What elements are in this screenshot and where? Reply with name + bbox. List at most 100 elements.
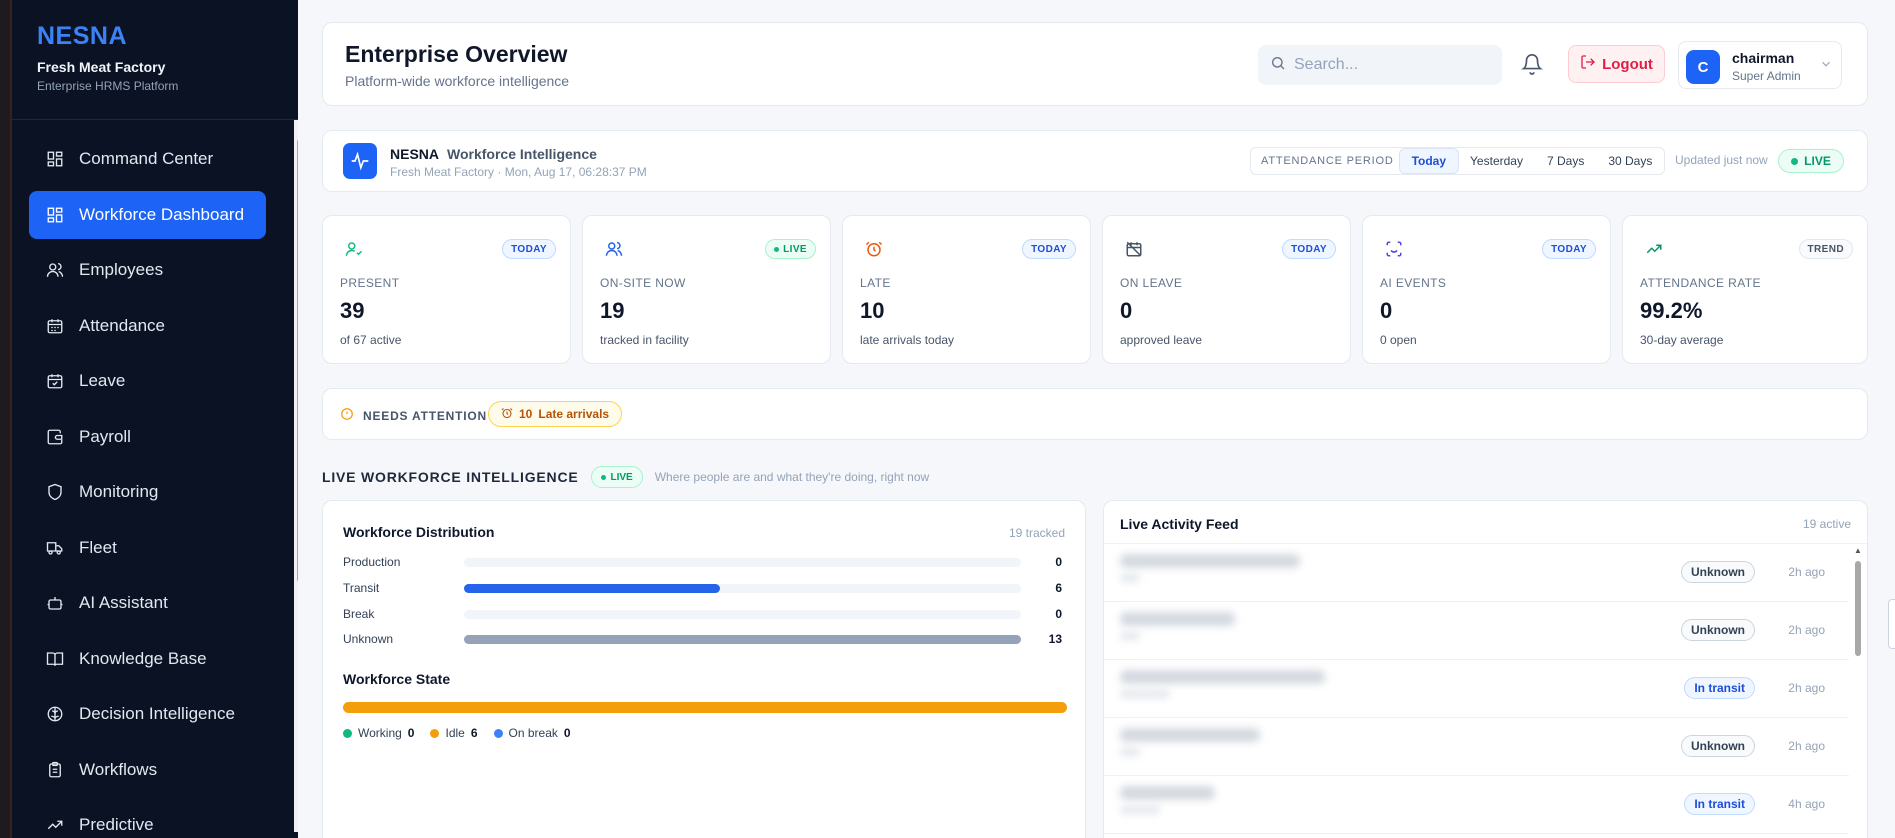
stat-note: 0 open — [1380, 333, 1417, 347]
feed-scroll-thumb[interactable] — [1855, 561, 1861, 656]
feed-item[interactable]: Unknown 2h ago — [1104, 602, 1849, 660]
trend-icon — [45, 815, 65, 835]
section-description: Where people are and what they're doing,… — [654, 470, 930, 484]
bot-icon — [45, 593, 65, 613]
stat-card-attendance-rate[interactable]: TREND ATTENDANCE RATE 99.2% 30-day avera… — [1622, 215, 1868, 364]
sidebar-item-monitoring[interactable]: Monitoring — [29, 468, 266, 516]
feed-count: 19 active — [1802, 517, 1851, 531]
live-dot — [774, 246, 780, 252]
sidebar-item-label: Fleet — [79, 537, 117, 557]
user-check-icon — [345, 240, 363, 258]
sidebar-item-knowledge-base[interactable]: Knowledge Base — [29, 635, 266, 683]
needs-attention-label: NEEDS ATTENTION — [363, 409, 488, 423]
blurred-detail — [1120, 632, 1140, 640]
stat-value: 0 — [1120, 298, 1133, 323]
stat-card-ai-events[interactable]: TODAY AI EVENTS 0 0 open — [1362, 215, 1611, 364]
stat-card-on-leave[interactable]: TODAY ON LEAVE 0 approved leave — [1102, 215, 1351, 364]
sidebar-item-fleet[interactable]: Fleet — [29, 524, 266, 572]
legend-count: 6 — [470, 726, 478, 740]
stat-label: LATE — [860, 276, 891, 290]
shield-icon — [45, 482, 65, 502]
book-icon — [45, 649, 65, 669]
workforce-state-bar — [343, 702, 1067, 713]
sidebar-item-label: Employees — [79, 260, 164, 279]
period-30-days-button[interactable]: 30 Days — [1596, 149, 1664, 173]
sidebar-item-decision-intelligence[interactable]: Decision Intelligence — [29, 690, 266, 738]
feed-item[interactable]: In transit 4h ago — [1104, 776, 1849, 834]
intel-brand: NESNA — [390, 146, 440, 162]
legend-label: Working — [358, 726, 402, 740]
distribution-tracked: 19 tracked — [1008, 526, 1065, 540]
user-role: Super Admin — [1732, 69, 1801, 83]
stat-badge: TREND — [1798, 239, 1853, 259]
chevron-down-icon — [1819, 57, 1833, 76]
sidebar-item-label: Command Center — [79, 149, 214, 168]
distribution-label: Break — [343, 607, 375, 621]
intelligence-bar: NESNA Workforce Intelligence Fresh Meat F… — [322, 130, 1868, 192]
truck-icon — [45, 538, 65, 558]
period-7-days-button[interactable]: 7 Days — [1535, 149, 1596, 173]
stat-note: 30-day average — [1640, 333, 1724, 347]
brain-icon — [45, 704, 65, 724]
feed-scrollbar[interactable]: ▲ — [1853, 546, 1863, 838]
status-badge: Unknown — [1681, 561, 1755, 583]
alert-circle-icon — [340, 407, 354, 426]
side-panel-tab[interactable] — [1888, 599, 1895, 649]
feed-item[interactable]: In transit 2h ago — [1104, 660, 1849, 718]
user-menu[interactable]: C chairman Super Admin — [1678, 41, 1842, 89]
period-yesterday-button[interactable]: Yesterday — [1458, 149, 1535, 173]
users-icon — [605, 240, 623, 258]
status-badge: In transit — [1684, 677, 1755, 699]
blurred-name — [1120, 554, 1300, 568]
intel-title-text: Workforce Intelligence — [447, 146, 597, 162]
sidebar-item-ai-assistant[interactable]: AI Assistant — [29, 579, 266, 627]
distribution-count: 6 — [1055, 581, 1062, 595]
sidebar-item-predictive[interactable]: Predictive — [29, 801, 266, 838]
feed-item[interactable]: Unknown 2h ago — [1104, 544, 1849, 602]
sidebar-item-attendance[interactable]: Attendance — [29, 302, 266, 350]
stat-card-present[interactable]: TODAY PRESENT 39 of 67 active — [322, 215, 571, 364]
feed-time: 4h ago — [1788, 797, 1825, 811]
search-box[interactable] — [1258, 45, 1502, 85]
stat-value: 39 — [340, 298, 365, 323]
page-subtitle: Platform-wide workforce intelligence — [345, 73, 570, 89]
calendar-off-icon — [1125, 240, 1143, 258]
users-icon — [45, 260, 65, 280]
activity-icon — [343, 143, 377, 179]
sidebar-item-label: Decision Intelligence — [79, 704, 235, 723]
sidebar-item-workforce-dashboard[interactable]: Workforce Dashboard — [29, 190, 266, 239]
stat-value: 0 — [1380, 298, 1393, 323]
sidebar-item-leave[interactable]: Leave — [29, 357, 266, 405]
distribution-label: Transit — [343, 581, 380, 595]
distribution-label: Production — [343, 555, 401, 569]
blurred-detail — [1120, 690, 1170, 698]
period-today-button[interactable]: Today — [1399, 149, 1459, 173]
stat-card-on-site[interactable]: LIVE ON-SITE NOW 19 tracked in facility — [582, 215, 831, 364]
needs-attention-bar: NEEDS ATTENTION 10 Late arrivals — [322, 388, 1868, 440]
logout-label: Logout — [1602, 55, 1653, 73]
search-input[interactable] — [1294, 56, 1484, 74]
feed-item[interactable]: Unknown 2h ago — [1104, 718, 1849, 776]
status-badge: Unknown — [1681, 619, 1755, 641]
section-title: LIVE WORKFORCE INTELLIGENCE — [322, 469, 579, 485]
late-arrivals-pill[interactable]: 10 Late arrivals — [488, 401, 623, 427]
distribution-track — [464, 635, 1021, 644]
sidebar-item-command-center[interactable]: Command Center — [29, 135, 266, 183]
sidebar-item-payroll[interactable]: Payroll — [29, 413, 266, 461]
stat-card-late[interactable]: TODAY LATE 10 late arrivals today — [842, 215, 1091, 364]
blurred-name — [1120, 728, 1260, 742]
blurred-detail — [1120, 806, 1160, 814]
sidebar-item-workflows[interactable]: Workflows — [29, 746, 266, 794]
legend-item-on-break: On break 0 — [493, 726, 571, 740]
alarm-icon — [501, 407, 513, 422]
blurred-detail — [1120, 574, 1140, 582]
sidebar-item-employees[interactable]: Employees — [29, 246, 266, 294]
bell-icon[interactable] — [1521, 53, 1545, 77]
distribution-fill — [464, 635, 1021, 644]
section-live-label: LIVE — [610, 471, 633, 483]
scroll-up-arrow-icon[interactable]: ▲ — [1854, 546, 1862, 555]
late-count: 10 — [519, 407, 533, 421]
logout-button[interactable]: Logout — [1568, 45, 1665, 83]
distribution-label: Unknown — [343, 632, 394, 646]
distribution-count: 0 — [1055, 555, 1062, 569]
